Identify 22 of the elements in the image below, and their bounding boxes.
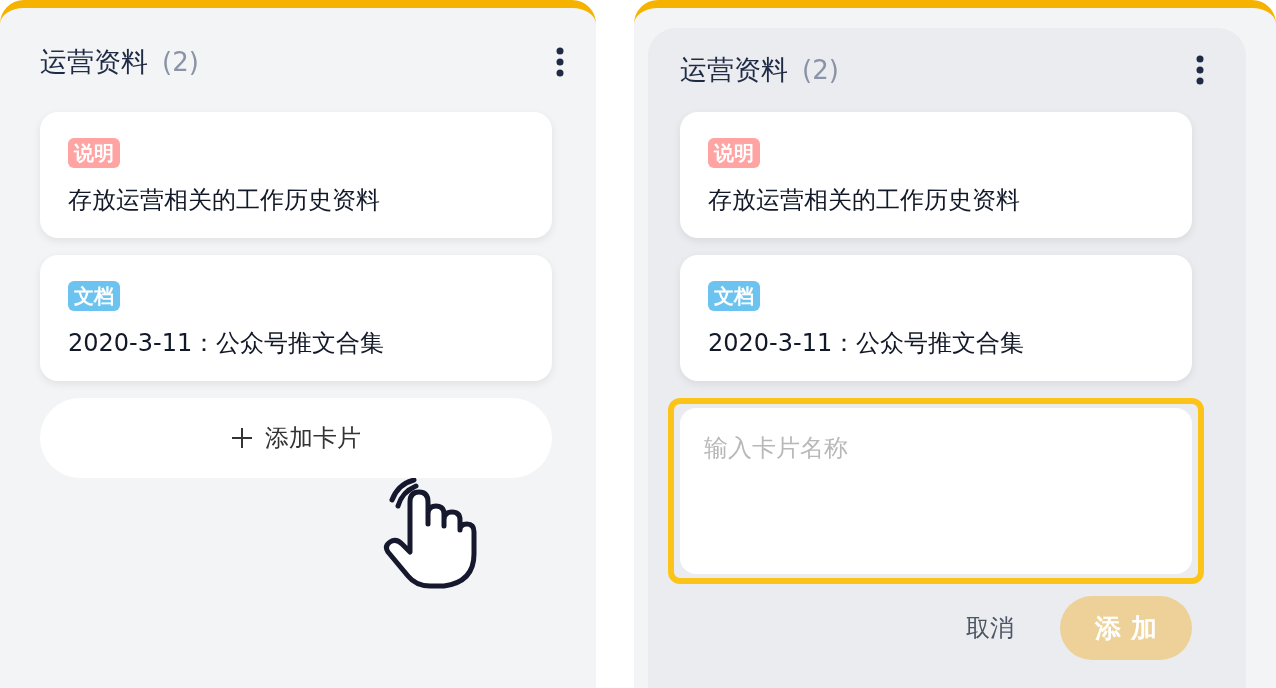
list-title: 运营资料	[680, 53, 788, 87]
card-count: (2)	[162, 47, 199, 77]
card-title: 2020-3-11：公众号推文合集	[708, 328, 1026, 359]
card[interactable]: 说明 存放运营相关的工作历史资料	[40, 112, 552, 238]
card-title: 存放运营相关的工作历史资料	[708, 185, 1021, 216]
plus-icon	[231, 427, 253, 449]
card-tag: 文档	[708, 281, 760, 311]
more-menu-icon[interactable]	[556, 47, 564, 77]
card[interactable]: 说明 存放运营相关的工作历史资料	[680, 112, 1192, 238]
card-tag: 说明	[708, 138, 760, 168]
card-title: 存放运营相关的工作历史资料	[68, 185, 381, 216]
card-title: 2020-3-11：公众号推文合集	[68, 328, 386, 359]
more-menu-icon[interactable]	[1196, 55, 1204, 85]
card-name-field[interactable]: 输入卡片名称	[668, 398, 1204, 584]
card[interactable]: 文档 2020-3-11：公众号推文合集	[680, 255, 1192, 381]
card[interactable]: 文档 2020-3-11：公众号推文合集	[40, 255, 552, 381]
cancel-button[interactable]: 取消	[956, 612, 1024, 644]
card-tag: 说明	[68, 138, 120, 168]
add-card-button[interactable]: 添加卡片	[40, 398, 552, 478]
list-title: 运营资料	[40, 45, 148, 79]
card-tag: 文档	[68, 281, 120, 311]
card-count: (2)	[802, 55, 839, 85]
